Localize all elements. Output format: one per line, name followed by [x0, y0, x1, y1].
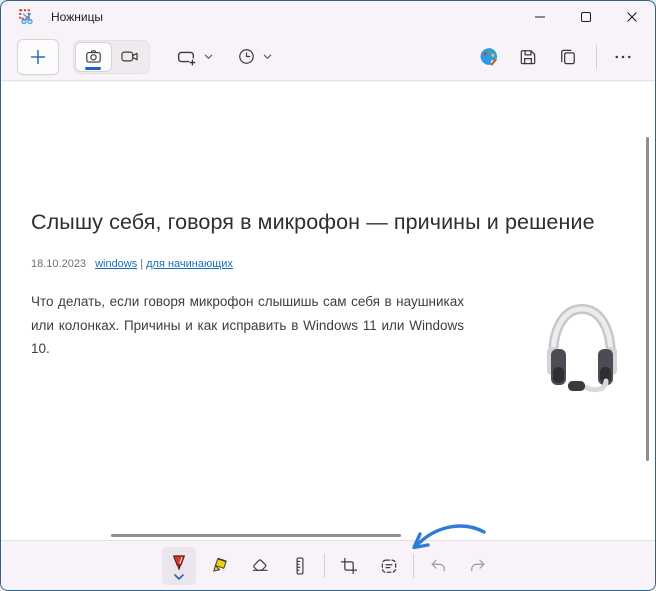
- snipping-tool-app-icon: [19, 8, 33, 24]
- close-icon: [627, 12, 637, 22]
- crop-button[interactable]: [333, 550, 365, 582]
- text-actions-icon: [381, 559, 397, 573]
- maximize-icon: [581, 12, 591, 22]
- horizontal-scrollbar[interactable]: [111, 534, 401, 537]
- vertical-scrollbar[interactable]: [646, 137, 649, 461]
- eraser-icon: [252, 559, 268, 571]
- headset-image: [547, 303, 617, 393]
- highlighter-button[interactable]: [204, 550, 236, 582]
- ellipsis-icon: [615, 55, 631, 58]
- snip-shape-dropdown[interactable]: [167, 41, 222, 73]
- captured-article-title: Слышу себя, говоря в микрофон — причины …: [31, 210, 595, 234]
- eraser-button[interactable]: [244, 550, 276, 582]
- text-actions-button[interactable]: [373, 550, 405, 582]
- copy-button[interactable]: [552, 41, 584, 73]
- crop-icon: [340, 557, 358, 575]
- copy-icon: [561, 49, 575, 64]
- screenshot-mode-button[interactable]: [75, 41, 112, 72]
- chevron-down-icon: [204, 54, 213, 59]
- ruler-button[interactable]: [284, 550, 316, 582]
- annotation-toolbar: [1, 540, 655, 590]
- save-button[interactable]: [512, 41, 544, 73]
- toolbar-right-actions: [464, 41, 639, 73]
- window-controls: [517, 1, 655, 33]
- title-bar: Ножницы: [1, 1, 655, 33]
- captured-article-meta: 18.10.2023 windows | для начинающих: [31, 258, 236, 270]
- redo-icon: [471, 559, 485, 572]
- window-title: Ножницы: [51, 10, 104, 24]
- plus-icon: [30, 49, 46, 64]
- redo-button[interactable]: [462, 550, 494, 582]
- link-separator: |: [140, 258, 144, 270]
- chevron-down-icon: [263, 54, 272, 59]
- snip-canvas: Слышу себя, говоря в микрофон — причины …: [1, 82, 655, 541]
- delay-timer-dropdown[interactable]: [229, 41, 281, 73]
- article-date: 18.10.2023: [31, 258, 87, 270]
- undo-button[interactable]: [422, 550, 454, 582]
- top-toolbar: [1, 33, 655, 81]
- snipping-tool-window: Ножницы Слышу себя, говоря в микрофон — …: [0, 0, 656, 591]
- camera-icon: [85, 50, 101, 63]
- undo-icon: [431, 559, 445, 572]
- toolbar-divider: [596, 44, 597, 69]
- mode-switcher: [73, 39, 150, 74]
- save-icon: [520, 49, 536, 64]
- new-snip-button[interactable]: [17, 38, 59, 75]
- ballpoint-pen-icon: [173, 554, 185, 570]
- captured-article-body: Что делать, если говоря микрофон слышишь…: [31, 294, 464, 356]
- maximize-button[interactable]: [563, 1, 609, 33]
- minimize-button[interactable]: [517, 1, 563, 33]
- article-link-beginners: для начинающих: [146, 258, 233, 270]
- pen-chevron-down-icon: [174, 573, 184, 580]
- clock-icon: [239, 49, 254, 64]
- video-camera-icon: [121, 51, 138, 62]
- toolbar-divider: [413, 554, 414, 578]
- ruler-icon: [296, 557, 304, 575]
- video-record-mode-button[interactable]: [112, 42, 149, 72]
- selected-mode-indicator: [85, 66, 102, 70]
- see-more-button[interactable]: [607, 41, 639, 73]
- highlighter-icon: [213, 557, 227, 572]
- close-button[interactable]: [609, 1, 655, 33]
- rectangle-snip-icon: [177, 51, 196, 65]
- ballpoint-pen-button[interactable]: [162, 547, 196, 585]
- minimize-icon: [535, 16, 545, 18]
- paint-palette-icon: [480, 48, 498, 66]
- article-link-windows: windows: [95, 258, 138, 270]
- edit-in-paint-button[interactable]: [472, 41, 504, 73]
- toolbar-divider: [324, 554, 325, 578]
